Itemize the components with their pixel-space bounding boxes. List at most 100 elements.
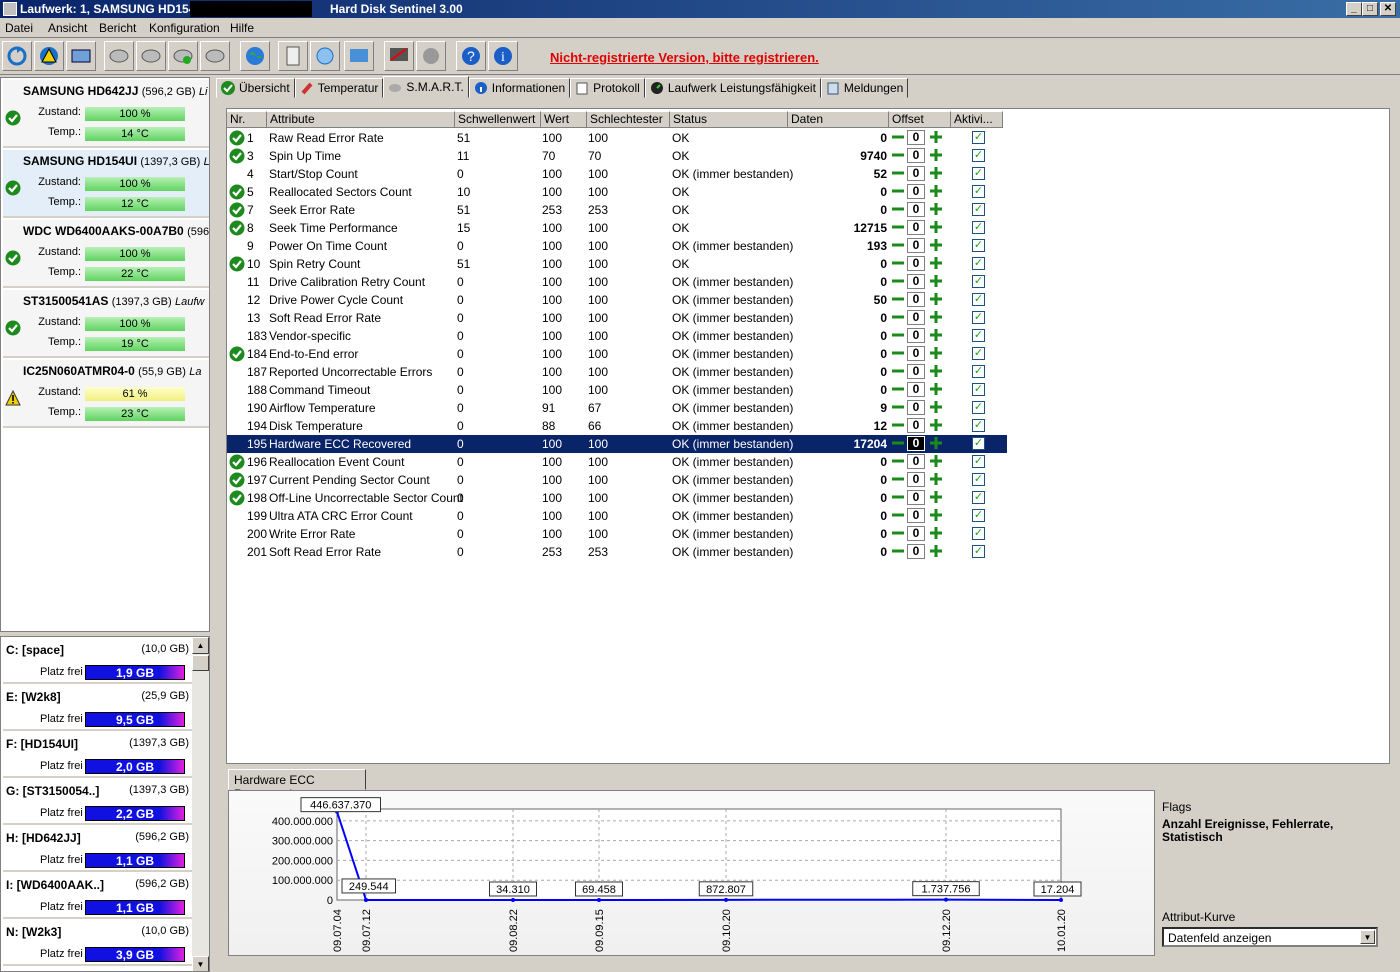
minus-icon[interactable] xyxy=(891,130,905,144)
table-row[interactable]: 200 Write Error Rate 0 100 100 OK (immer best… xyxy=(227,525,1007,543)
active-checkbox[interactable]: ✓ xyxy=(972,383,985,396)
minus-icon[interactable] xyxy=(891,148,905,162)
drive-icon[interactable] xyxy=(66,41,96,71)
active-checkbox[interactable]: ✓ xyxy=(972,437,985,450)
active-checkbox[interactable]: ✓ xyxy=(972,509,985,522)
disk-item[interactable]: SAMSUNG HD154UI (1397,3 GB) L Zustand: Tem… xyxy=(3,150,209,218)
plus-icon[interactable] xyxy=(929,382,943,396)
plus-icon[interactable] xyxy=(929,202,943,216)
minus-icon[interactable] xyxy=(891,166,905,180)
minus-icon[interactable] xyxy=(891,364,905,378)
active-checkbox[interactable]: ✓ xyxy=(972,149,985,162)
minus-icon[interactable] xyxy=(891,220,905,234)
table-row[interactable]: 13 Soft Read Error Rate 0 100 100 OK (immer b… xyxy=(227,309,1007,327)
table-row[interactable]: 183 Vendor-specific 0 100 100 OK (immer besta… xyxy=(227,327,1007,345)
minus-icon[interactable] xyxy=(891,544,905,558)
active-checkbox[interactable]: ✓ xyxy=(972,419,985,432)
offset-value[interactable]: 0 xyxy=(907,256,925,271)
offset-value[interactable]: 0 xyxy=(907,382,925,397)
plus-icon[interactable] xyxy=(929,472,943,486)
table-row[interactable]: 1 Raw Read Error Rate 51 100 100 OK 0 0 ✓ xyxy=(227,129,1007,147)
chevron-down-icon[interactable]: ▼ xyxy=(1360,930,1375,944)
tab-temperatur[interactable]: Temperatur xyxy=(294,78,384,98)
offset-value[interactable]: 0 xyxy=(907,400,925,415)
table-row[interactable]: 4 Start/Stop Count 0 100 100 OK (immer bestan… xyxy=(227,165,1007,183)
tab-smart[interactable]: S.M.A.R.T. xyxy=(383,76,469,98)
plus-icon[interactable] xyxy=(929,274,943,288)
minus-icon[interactable] xyxy=(891,526,905,540)
offset-value[interactable]: 0 xyxy=(907,490,925,505)
plus-icon[interactable] xyxy=(929,526,943,540)
tab-uebersicht[interactable]: Übersicht xyxy=(216,78,295,98)
col-offset[interactable]: Offset xyxy=(889,111,951,128)
plus-icon[interactable] xyxy=(929,346,943,360)
table-row[interactable]: 10 Spin Retry Count 51 100 100 OK 0 0 ✓ xyxy=(227,255,1007,273)
disk-test-icon[interactable] xyxy=(104,41,134,71)
minus-icon[interactable] xyxy=(891,346,905,360)
plus-icon[interactable] xyxy=(929,148,943,162)
table-row[interactable]: 198 Off-Line Uncorrectable Sector Count 0 1… xyxy=(227,489,1007,507)
menu-bericht[interactable]: Bericht xyxy=(99,21,136,35)
help-icon[interactable]: ? xyxy=(456,41,486,71)
scroll-thumb[interactable] xyxy=(192,655,209,671)
volume-item[interactable]: I: [WD6400AAK..] (596,2 GB) Platz frei 1,1 … xyxy=(3,874,193,919)
minus-icon[interactable] xyxy=(891,418,905,432)
table-row[interactable]: 187 Reported Uncorrectable Errors 0 100 100 O… xyxy=(227,363,1007,381)
plus-icon[interactable] xyxy=(929,220,943,234)
minus-icon[interactable] xyxy=(891,472,905,486)
globe-icon[interactable] xyxy=(240,41,270,71)
active-checkbox[interactable]: ✓ xyxy=(972,473,985,486)
unregistered-link[interactable]: Nicht-registrierte Version, bitte regist… xyxy=(550,50,819,65)
minus-icon[interactable] xyxy=(891,490,905,504)
table-row[interactable]: 11 Drive Calibration Retry Count 0 100 100 OK… xyxy=(227,273,1007,291)
col-status[interactable]: Status xyxy=(670,111,788,128)
minus-icon[interactable] xyxy=(891,454,905,468)
table-row[interactable]: 195 Hardware ECC Recovered 0 100 100 OK (imme… xyxy=(227,435,1007,453)
offset-value[interactable]: 0 xyxy=(907,364,925,379)
active-checkbox[interactable]: ✓ xyxy=(972,527,985,540)
disk-tool-icon[interactable] xyxy=(200,41,230,71)
minus-icon[interactable] xyxy=(891,382,905,396)
offset-value[interactable]: 0 xyxy=(907,292,925,307)
active-checkbox[interactable]: ✓ xyxy=(972,131,985,144)
volume-item[interactable]: G: [ST3150054..] (1397,3 GB) Platz frei 2,2… xyxy=(3,780,193,825)
menu-konfiguration[interactable]: Konfiguration xyxy=(149,21,220,35)
offset-value[interactable]: 0 xyxy=(907,220,925,235)
offset-value[interactable]: 0 xyxy=(907,238,925,253)
maximize-button[interactable]: □ xyxy=(1362,2,1378,16)
tab-leistung[interactable]: Laufwerk Leistungsfähigkeit xyxy=(644,78,821,98)
plus-icon[interactable] xyxy=(929,130,943,144)
offset-value[interactable]: 0 xyxy=(907,418,925,433)
volume-item[interactable]: C: [space] (10,0 GB) Platz frei 1,9 GB xyxy=(3,639,193,684)
plus-icon[interactable] xyxy=(929,256,943,270)
col-threshold[interactable]: Schwellenwert xyxy=(455,111,541,128)
minus-icon[interactable] xyxy=(891,310,905,324)
close-button[interactable]: ✕ xyxy=(1380,2,1396,16)
plus-icon[interactable] xyxy=(929,184,943,198)
plus-icon[interactable] xyxy=(929,328,943,342)
offset-value[interactable]: 0 xyxy=(907,310,925,325)
disk-item[interactable]: WDC WD6400AAKS-00A7B0 (596 Zustand: Temp.… xyxy=(3,220,209,288)
menu-hilfe[interactable]: Hilfe xyxy=(230,21,254,35)
plus-icon[interactable] xyxy=(929,292,943,306)
volume-item[interactable]: E: [W2k8] (25,9 GB) Platz frei 9,5 GB xyxy=(3,686,193,731)
offset-value[interactable]: 0 xyxy=(907,130,925,145)
plus-icon[interactable] xyxy=(929,400,943,414)
active-checkbox[interactable]: ✓ xyxy=(972,221,985,234)
tab-meldungen[interactable]: Meldungen xyxy=(820,78,909,98)
refresh-icon[interactable] xyxy=(2,41,32,71)
minus-icon[interactable] xyxy=(891,274,905,288)
table-row[interactable]: 184 End-to-End error 0 100 100 OK (immer best… xyxy=(227,345,1007,363)
col-nr[interactable]: Nr. xyxy=(227,111,267,128)
active-checkbox[interactable]: ✓ xyxy=(972,257,985,270)
offset-value[interactable]: 0 xyxy=(907,526,925,541)
table-row[interactable]: 194 Disk Temperature 0 88 66 OK (immer bestan… xyxy=(227,417,1007,435)
table-row[interactable]: 5 Reallocated Sectors Count 10 100 100 OK 0 0 ✓ xyxy=(227,183,1007,201)
minus-icon[interactable] xyxy=(891,256,905,270)
plus-icon[interactable] xyxy=(929,436,943,450)
offset-value[interactable]: 0 xyxy=(907,472,925,487)
minus-icon[interactable] xyxy=(891,328,905,342)
disk-item[interactable]: IC25N060ATMR04-0 (55,9 GB) La Zustand: Tem… xyxy=(3,360,209,428)
active-checkbox[interactable]: ✓ xyxy=(972,203,985,216)
active-checkbox[interactable]: ✓ xyxy=(972,293,985,306)
